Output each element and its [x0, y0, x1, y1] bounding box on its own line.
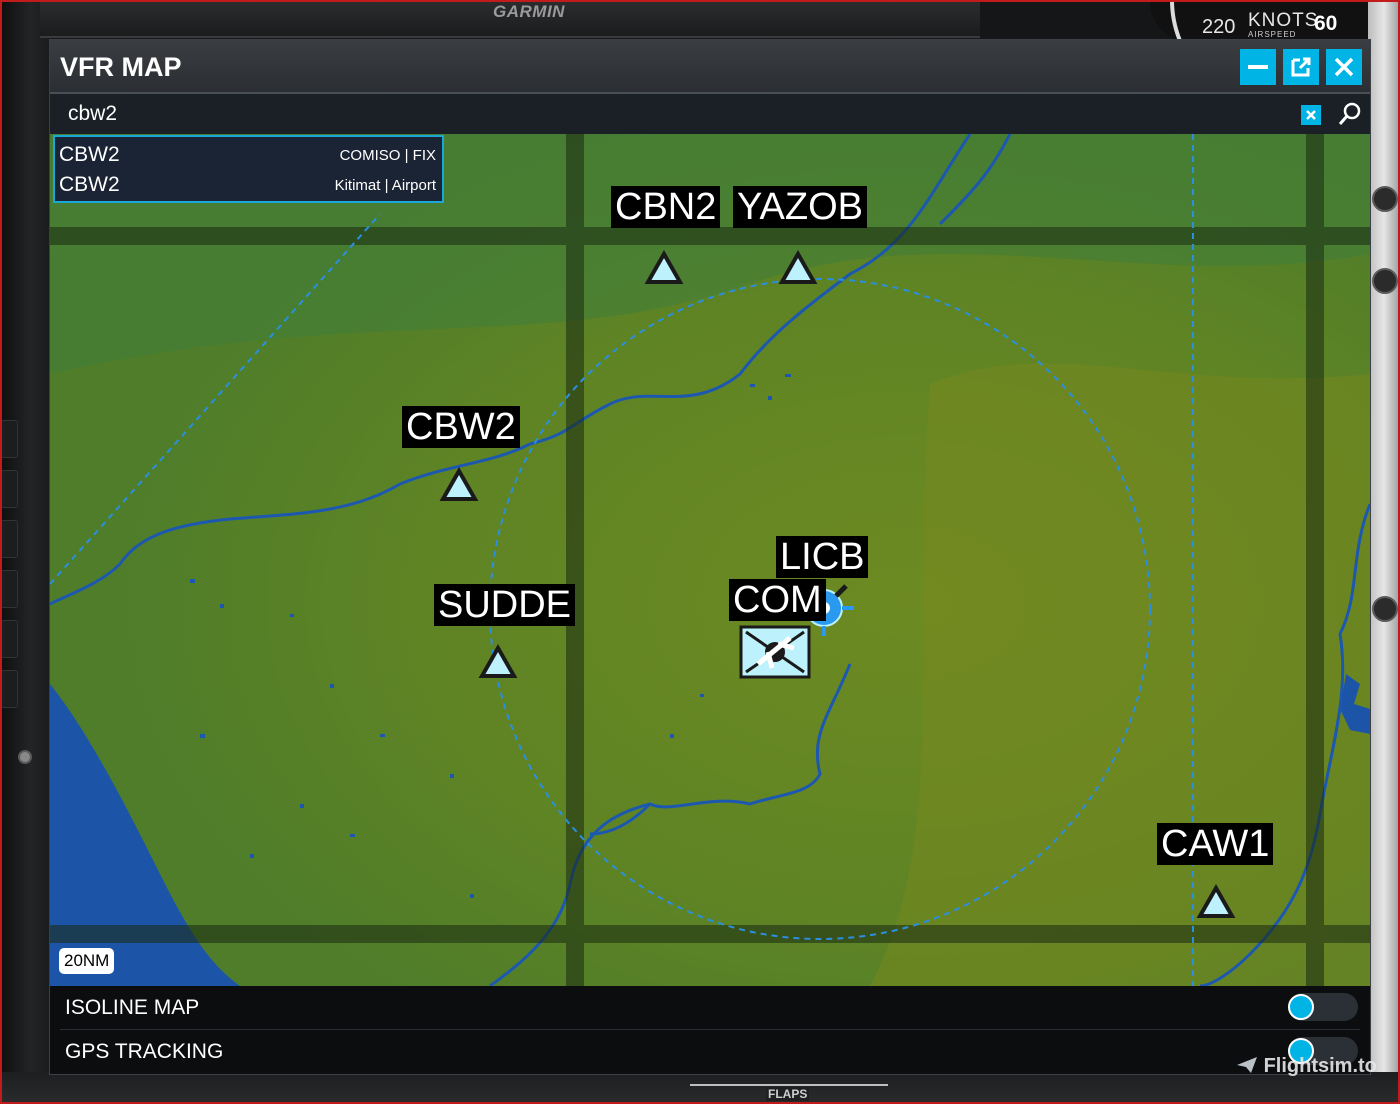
- left-instrument-panel: [0, 0, 50, 1104]
- close-icon: [1334, 57, 1354, 77]
- clear-search-button[interactable]: [1301, 105, 1321, 125]
- watermark-text: Flightsim.to: [1263, 1055, 1377, 1077]
- popout-button[interactable]: [1283, 49, 1319, 85]
- gauge-airspeed-label: AIRSPEED: [1248, 30, 1297, 39]
- waypoint-label-com[interactable]: COM: [729, 579, 826, 621]
- window-title: VFR MAP: [60, 52, 182, 82]
- side-button: [0, 620, 18, 658]
- popout-icon: [1291, 57, 1311, 77]
- airport-licb-icon[interactable]: [738, 624, 812, 682]
- option-gps-tracking: GPS TRACKING: [50, 1030, 1370, 1073]
- gauge-mark-220: 220: [1202, 16, 1236, 38]
- gauge-mark-60: 60: [1314, 12, 1338, 35]
- map-scale: 20NM: [59, 948, 115, 974]
- right-instrument-panel: [1368, 0, 1400, 1104]
- waypoint-label-cbw2[interactable]: CBW2: [402, 406, 520, 448]
- screw-icon: [1372, 268, 1398, 294]
- close-icon: [1306, 110, 1316, 120]
- result-detail: COMISO | FIX: [339, 147, 436, 164]
- close-button[interactable]: [1326, 49, 1362, 85]
- side-button: [0, 470, 18, 508]
- search-results-dropdown: CBW2 COMISO | FIX CBW2 Kitimat | Airport: [53, 135, 444, 203]
- side-button: [0, 670, 18, 708]
- result-code: CBW2: [59, 143, 120, 166]
- search-icon: [1338, 102, 1361, 125]
- result-code: CBW2: [59, 173, 120, 196]
- isoline-map-toggle[interactable]: [1288, 993, 1358, 1021]
- fix-caw1-icon[interactable]: [1196, 884, 1236, 920]
- screw-icon: [1372, 596, 1398, 622]
- option-label: ISOLINE MAP: [65, 996, 200, 1019]
- waypoint-label-licb[interactable]: LICB: [776, 536, 869, 578]
- waypoint-label-caw1[interactable]: CAW1: [1157, 823, 1274, 865]
- paper-plane-icon: [1237, 1057, 1257, 1073]
- fix-cbn2-icon[interactable]: [644, 250, 684, 286]
- side-button: [0, 570, 18, 608]
- minimize-icon: [1248, 65, 1268, 69]
- toggle-knob: [1288, 994, 1314, 1020]
- vfr-map[interactable]: CBN2 YAZOB CBW2 SUDDE LICB COM CAW1 20NM: [50, 134, 1370, 986]
- search-button[interactable]: [1337, 101, 1363, 127]
- waypoint-label-yazob[interactable]: YAZOB: [733, 186, 867, 228]
- result-detail: Kitimat | Airport: [334, 177, 436, 194]
- side-button: [0, 420, 18, 458]
- option-label: GPS TRACKING: [65, 1040, 224, 1063]
- airspeed-gauge: 220 KNOTS AIRSPEED 60: [1150, 0, 1370, 42]
- screw-icon: [1372, 186, 1398, 212]
- flaps-indicator: FLAPS: [690, 1084, 888, 1104]
- garmin-logo: GARMIN: [493, 2, 565, 21]
- vfr-map-window: VFR MAP cbw2 CBN2 YAZOB CBW2 SUDDE LICB …: [50, 40, 1370, 1074]
- search-result-item[interactable]: CBW2 COMISO | FIX: [55, 139, 442, 169]
- watermark: Flightsim.to: [1236, 1055, 1377, 1078]
- waypoint-label-cbn2[interactable]: CBN2: [611, 186, 721, 228]
- waypoint-label-sudde[interactable]: SUDDE: [434, 584, 576, 626]
- option-isoline-map: ISOLINE MAP: [50, 986, 1370, 1030]
- search-result-item[interactable]: CBW2 Kitimat | Airport: [55, 169, 442, 199]
- search-bar: [50, 94, 1370, 134]
- gauge-knots-label: KNOTS: [1248, 10, 1319, 31]
- fix-cbw2-icon[interactable]: [439, 467, 479, 503]
- side-button: [0, 520, 18, 558]
- fix-sudde-icon[interactable]: [478, 644, 518, 680]
- fix-yazob-icon[interactable]: [778, 250, 818, 286]
- search-input[interactable]: [60, 99, 1276, 129]
- window-titlebar[interactable]: VFR MAP: [50, 40, 1370, 94]
- flaps-label: FLAPS: [766, 1087, 810, 1101]
- minimize-button[interactable]: [1240, 49, 1276, 85]
- indicator-light: [18, 750, 32, 764]
- map-options: ISOLINE MAP GPS TRACKING: [50, 986, 1370, 1074]
